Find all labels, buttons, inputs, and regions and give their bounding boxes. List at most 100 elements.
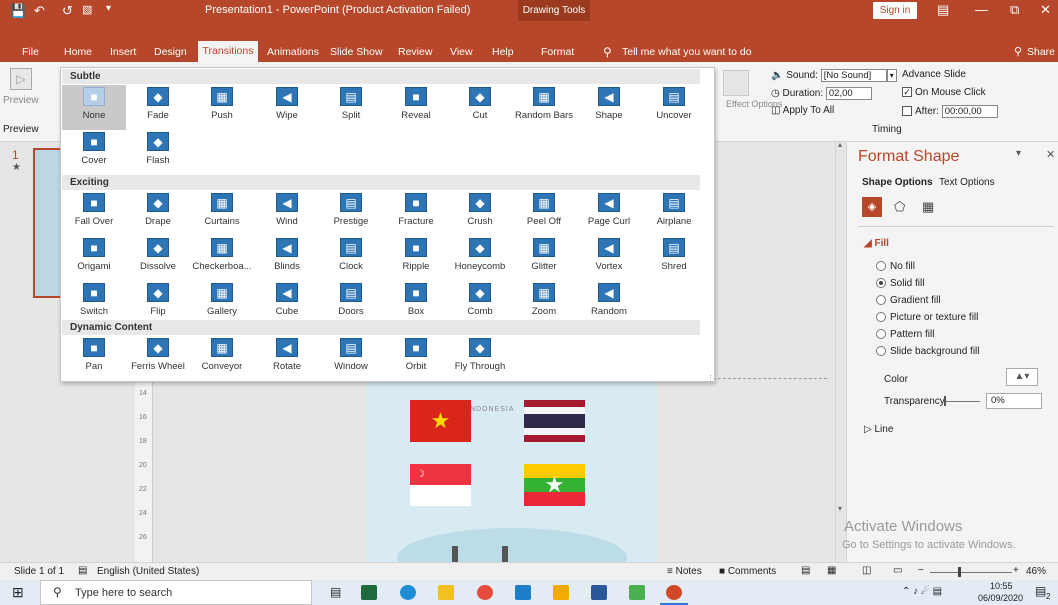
sticky-notes-icon[interactable] [553, 585, 569, 600]
transition-box[interactable]: ■ Box [384, 281, 448, 326]
transition-fall-over[interactable]: ■ Fall Over [62, 191, 126, 236]
restore-icon[interactable]: ⧉ [1010, 2, 1019, 18]
scroll-down-icon[interactable]: ▾ [838, 504, 842, 513]
transition-flash[interactable]: ◆ Flash [126, 130, 190, 175]
solid-fill-radio[interactable] [876, 278, 886, 289]
transition-none[interactable]: ■ None [62, 85, 126, 130]
apply-to-all-button[interactable]: ◫ Apply To All [771, 105, 834, 116]
minimize-icon[interactable]: — [975, 2, 988, 17]
transition-orbit[interactable]: ■ Orbit [384, 336, 448, 381]
mail-icon[interactable] [515, 585, 531, 600]
transition-peel-off[interactable]: ▦ Peel Off [512, 191, 576, 236]
transition-cut[interactable]: ◆ Cut [448, 85, 512, 130]
photos-icon[interactable] [629, 585, 645, 600]
zoom-slider[interactable] [930, 572, 1012, 573]
slide-background-fill-radio[interactable] [876, 346, 886, 357]
spell-check-icon[interactable]: ▤ [78, 565, 87, 576]
transition-fracture[interactable]: ■ Fracture [384, 191, 448, 236]
after-input[interactable]: 00:00,00 [941, 105, 998, 118]
slide-canvas[interactable]: INDONESIA ★ ☽ ★ [367, 378, 657, 562]
transparency-input[interactable]: 0% [986, 393, 1042, 409]
transition-cover[interactable]: ■ Cover [62, 130, 126, 175]
ribbon-display-options-icon[interactable]: ▤ [937, 2, 949, 18]
slide-sorter-icon[interactable]: ▦ [827, 565, 836, 576]
fill-section-header[interactable]: ◢ Fill [864, 238, 889, 249]
task-view-icon[interactable]: ▤ [330, 585, 341, 599]
on-mouse-click-checkbox[interactable]: ✓ [902, 87, 912, 98]
tab-home[interactable]: Home [64, 46, 92, 58]
transition-gallery[interactable]: ▦ Gallery [190, 281, 254, 326]
edge-icon[interactable] [400, 585, 416, 600]
pane-options-icon[interactable]: ▾ [1016, 148, 1021, 159]
transition-blinds[interactable]: ◀ Blinds [255, 236, 319, 281]
redo-icon[interactable]: ↺ [62, 3, 73, 19]
resize-grip-icon[interactable]: ⋮ [707, 374, 714, 382]
zoom-level[interactable]: 46% [1026, 566, 1046, 577]
transition-fly-through[interactable]: ◆ Fly Through [448, 336, 512, 381]
sign-in-button[interactable]: Sign in [873, 2, 917, 19]
tab-insert[interactable]: Insert [110, 46, 136, 58]
share-icon[interactable]: ⚲ [1014, 45, 1022, 58]
preview-icon[interactable]: ▷ [10, 68, 32, 90]
transition-random[interactable]: ◀ Random [577, 281, 641, 326]
gradient-fill-radio[interactable] [876, 295, 886, 306]
transition-page-curl[interactable]: ◀ Page Curl [577, 191, 641, 236]
chrome-icon[interactable] [477, 585, 493, 600]
vertical-scrollbar[interactable] [836, 142, 847, 562]
transition-random-bars[interactable]: ▦ Random Bars [512, 85, 576, 130]
system-tray-icons[interactable]: ⌃ ♪ ☄ ▤ [902, 586, 942, 597]
size-properties-icon[interactable]: ▦ [922, 199, 934, 215]
tab-review[interactable]: Review [398, 46, 432, 58]
slide-show-icon[interactable]: ▭ [893, 565, 902, 576]
after-checkbox[interactable] [902, 106, 912, 117]
fill-line-icon[interactable]: ◈ [862, 197, 882, 217]
transition-glitter[interactable]: ▦ Glitter [512, 236, 576, 281]
tab-view[interactable]: View [450, 46, 473, 58]
transition-comb[interactable]: ◆ Comb [448, 281, 512, 326]
tab-format[interactable]: Format [541, 46, 574, 58]
powerpoint-icon[interactable] [666, 585, 682, 600]
transition-cube[interactable]: ◀ Cube [255, 281, 319, 326]
transition-zoom[interactable]: ▦ Zoom [512, 281, 576, 326]
pane-close-icon[interactable]: ✕ [1046, 148, 1055, 161]
transition-split[interactable]: ▤ Split [319, 85, 383, 130]
preview-button[interactable]: Preview [3, 95, 39, 106]
share-button[interactable]: Share [1027, 46, 1055, 58]
transition-ferris-wheel[interactable]: ◆ Ferris Wheel [126, 336, 190, 381]
tab-text-options[interactable]: Text Options [939, 177, 995, 188]
file-explorer-icon[interactable] [438, 585, 454, 600]
transition-fade[interactable]: ◆ Fade [126, 85, 190, 130]
transition-vortex[interactable]: ◀ Vortex [577, 236, 641, 281]
transition-window[interactable]: ▤ Window [319, 336, 383, 381]
tab-help[interactable]: Help [492, 46, 514, 58]
transition-shape[interactable]: ◀ Shape [577, 85, 641, 130]
sound-select[interactable]: [No Sound] [820, 69, 887, 82]
scroll-up-icon[interactable]: ▴ [838, 140, 842, 149]
transition-airplane[interactable]: ▤ Airplane [642, 191, 706, 236]
effect-options-icon[interactable] [723, 70, 749, 96]
tab-shape-options[interactable]: Shape Options [862, 177, 933, 188]
transition-origami[interactable]: ■ Origami [62, 236, 126, 281]
transition-doors[interactable]: ▤ Doors [319, 281, 383, 326]
transition-shred[interactable]: ▤ Shred [642, 236, 706, 281]
start-from-beginning-icon[interactable]: ▧ [82, 3, 92, 16]
store-icon[interactable] [361, 585, 377, 600]
tab-animations[interactable]: Animations [267, 46, 319, 58]
tab-design[interactable]: Design [154, 46, 187, 58]
normal-view-icon[interactable]: ▤ [801, 565, 810, 576]
save-icon[interactable]: 💾 [10, 3, 26, 19]
transition-conveyor[interactable]: ▦ Conveyor [190, 336, 254, 381]
transition-checkerboa[interactable]: ▦ Checkerboa... [190, 236, 254, 281]
transition-wind[interactable]: ◀ Wind [255, 191, 319, 236]
transparency-slider-thumb[interactable] [944, 396, 946, 406]
word-icon[interactable] [591, 585, 607, 600]
notifications-icon[interactable]: ▤ [1035, 584, 1046, 598]
transition-pan[interactable]: ■ Pan [62, 336, 126, 381]
transition-drape[interactable]: ◆ Drape [126, 191, 190, 236]
sound-dropdown-icon[interactable]: ▾ [886, 69, 897, 82]
picture-fill-radio[interactable] [876, 312, 886, 323]
transition-push[interactable]: ▦ Push [190, 85, 254, 130]
close-icon[interactable]: ✕ [1040, 2, 1051, 18]
zoom-out-icon[interactable]: − [918, 565, 924, 576]
transition-rotate[interactable]: ◀ Rotate [255, 336, 319, 381]
